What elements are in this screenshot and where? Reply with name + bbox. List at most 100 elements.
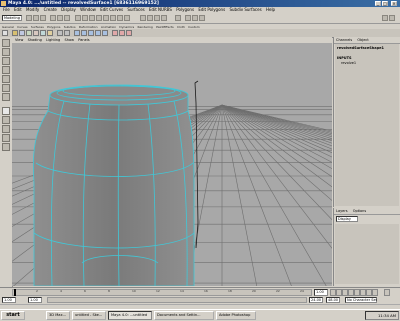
ipr-render-icon[interactable] (192, 15, 198, 21)
menu-set-select[interactable]: Modeling (2, 15, 22, 21)
start-button[interactable]: start (1, 311, 25, 320)
time-slider-track[interactable] (12, 289, 312, 296)
point-light-icon[interactable] (119, 30, 125, 36)
new-scene-icon[interactable] (26, 15, 32, 21)
select-object-icon[interactable] (57, 15, 63, 21)
spot-light-icon[interactable] (112, 30, 118, 36)
mask-misc-icon[interactable] (124, 15, 130, 21)
input-node-revolve[interactable]: revolve1 (341, 61, 356, 65)
mask-joints-icon[interactable] (82, 15, 88, 21)
persp-graph-layout-icon[interactable] (2, 134, 10, 142)
poly-cone-icon[interactable] (95, 30, 101, 36)
layer-editor-menu-options[interactable]: Options (353, 209, 367, 213)
mask-handles-icon[interactable] (75, 15, 81, 21)
time-tick: 24 (300, 289, 304, 293)
time-cursor[interactable] (14, 289, 16, 296)
cv-curve-icon[interactable] (57, 30, 63, 36)
taskbar-item-documents[interactable]: Documents and Settin... (154, 311, 214, 320)
title-bar: Maya 4.0: .../untitled -- revolvedSurfac… (0, 0, 400, 7)
persp-outliner-layout-icon[interactable] (2, 125, 10, 133)
nurbs-cube-icon[interactable] (19, 30, 25, 36)
range-slider-bar[interactable] (47, 297, 307, 303)
nurbs-can-surface (32, 84, 195, 286)
time-tick: 8 (108, 289, 110, 293)
select-component-icon[interactable] (64, 15, 70, 21)
taskbar-item-3d-max[interactable]: 3D Max... (46, 311, 70, 320)
grid-line (221, 104, 292, 286)
nurbs-sphere-icon[interactable] (12, 30, 18, 36)
nurbs-cylinder-icon[interactable] (26, 30, 32, 36)
channel-box-tab-channels[interactable]: Channels (336, 38, 352, 42)
character-set-select[interactable]: No Character Set (345, 297, 377, 303)
rotate-tool-icon[interactable] (2, 66, 10, 74)
time-tick: 22 (276, 289, 280, 293)
nurbs-plane-icon[interactable] (40, 30, 46, 36)
snap-curve-icon[interactable] (147, 15, 153, 21)
snap-grid-icon[interactable] (140, 15, 146, 21)
lasso-tool-icon[interactable] (2, 48, 10, 56)
time-tick: 16 (204, 289, 208, 293)
mask-deformations-icon[interactable] (103, 15, 109, 21)
mask-dynamics-icon[interactable] (110, 15, 116, 21)
nurbs-torus-icon[interactable] (47, 30, 53, 36)
single-perspective-layout-icon[interactable] (2, 107, 10, 115)
taskbar-item-maya[interactable]: Maya 4.0: ...untitled (108, 311, 152, 320)
go-to-end-icon[interactable] (372, 289, 378, 296)
layer-type-select[interactable]: Display (336, 216, 358, 222)
open-scene-icon[interactable] (33, 15, 39, 21)
mask-rendering-icon[interactable] (117, 15, 123, 21)
taskbar-item-photoshop[interactable]: Adobe Photoshop (216, 311, 256, 320)
render-icon[interactable] (185, 15, 191, 21)
snap-point-icon[interactable] (154, 15, 160, 21)
scale-tool-icon[interactable] (2, 75, 10, 83)
animation-end-field[interactable]: 48.00 (326, 297, 340, 303)
time-tick: 2 (36, 289, 38, 293)
toggle-attribute-editor-icon[interactable] (389, 15, 395, 21)
shelf-menu-icon[interactable] (2, 30, 8, 36)
poly-cylinder-icon[interactable] (88, 30, 94, 36)
four-view-layout-icon[interactable] (2, 116, 10, 124)
windows-taskbar: start 3D Max... untitled - Ske... Maya 4… (0, 309, 400, 321)
manipulator-tool-icon[interactable] (2, 84, 10, 92)
current-frame-field[interactable]: 1.00 (314, 289, 328, 296)
taskbar-item-sketch[interactable]: untitled - Ske... (72, 311, 106, 320)
layer-editor: Layers Options Display (333, 208, 400, 286)
channel-box-tab-object[interactable]: Object (357, 38, 368, 42)
layer-editor-menu-layers[interactable]: Layers (336, 209, 348, 213)
time-tick: 14 (180, 289, 184, 293)
save-scene-icon[interactable] (40, 15, 46, 21)
last-tool-icon[interactable] (2, 93, 10, 101)
window-title: Maya 4.0: .../untitled -- revolvedSurfac… (8, 1, 159, 6)
directional-light-icon[interactable] (126, 30, 132, 36)
maximize-button[interactable]: □ (382, 1, 388, 6)
select-hierarchy-icon[interactable] (50, 15, 56, 21)
perspective-viewport[interactable] (12, 43, 332, 286)
hypershade-layout-icon[interactable] (2, 143, 10, 151)
poly-plane-icon[interactable] (102, 30, 108, 36)
time-tick: 20 (252, 289, 256, 293)
mask-surfaces-icon[interactable] (96, 15, 102, 21)
select-tool-icon[interactable] (2, 39, 10, 47)
poly-cube-icon[interactable] (81, 30, 87, 36)
poly-sphere-icon[interactable] (74, 30, 80, 36)
mask-curves-icon[interactable] (89, 15, 95, 21)
history-icon[interactable] (175, 15, 181, 21)
time-tick: 18 (228, 289, 232, 293)
animation-start-field[interactable]: 1.00 (2, 297, 16, 303)
minimize-button[interactable]: _ (375, 1, 381, 6)
selected-node-name[interactable]: revolvedSurfaceShape1 (337, 46, 384, 50)
ep-curve-icon[interactable] (64, 30, 70, 36)
render-globals-icon[interactable] (199, 15, 205, 21)
nurbs-cone-icon[interactable] (33, 30, 39, 36)
viewport-scene (12, 80, 332, 286)
maya-app-icon (1, 1, 6, 6)
snap-view-plane-icon[interactable] (161, 15, 167, 21)
layer-list[interactable] (335, 224, 399, 284)
playback-start-field[interactable]: 1.00 (28, 297, 42, 303)
playback-end-field[interactable]: 24.00 (309, 297, 323, 303)
animation-preferences-icon[interactable] (384, 289, 390, 296)
toggle-channel-box-icon[interactable] (382, 15, 388, 21)
close-button[interactable]: × (391, 1, 397, 6)
channel-box: Channels Object revolvedSurfaceShape1 IN… (333, 37, 400, 207)
move-tool-icon[interactable] (2, 57, 10, 65)
